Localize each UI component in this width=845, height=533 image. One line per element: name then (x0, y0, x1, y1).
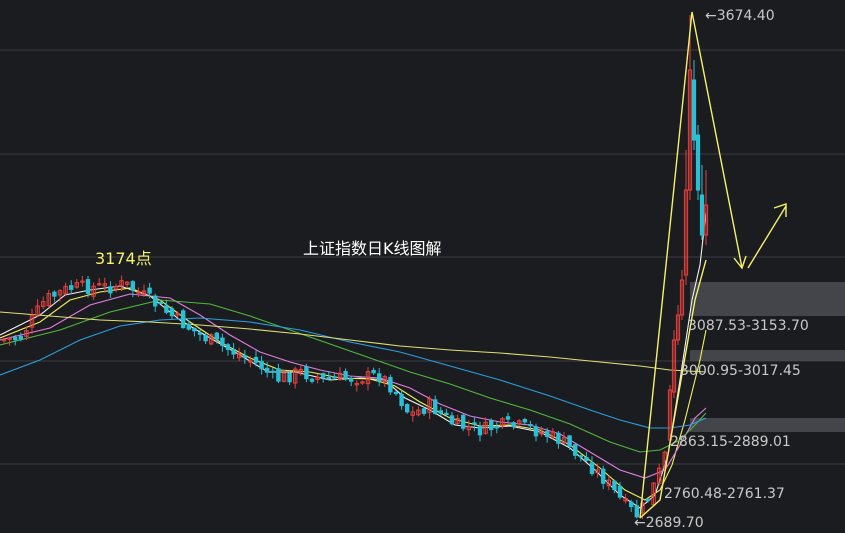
candle-body (601, 468, 606, 484)
candle-body (461, 414, 466, 429)
ma-pink-line (0, 293, 707, 479)
candle-body (130, 281, 136, 291)
candle-body (444, 412, 449, 416)
candle-body (13, 337, 18, 341)
candle-body (349, 377, 354, 382)
candle-body (147, 287, 152, 294)
candle-body (52, 291, 57, 297)
candle-body (85, 279, 91, 294)
candle-body (197, 332, 203, 335)
candle-body (186, 323, 192, 330)
candle-body (192, 327, 197, 332)
candle-body (522, 418, 527, 423)
candle-body (181, 310, 186, 329)
candle-body (433, 399, 438, 415)
price-label-z3: 2863.15-2889.01 (670, 434, 791, 450)
rebound-projection-line (747, 205, 787, 269)
candle-body (578, 455, 583, 458)
candle-body (505, 416, 511, 420)
candle-body (326, 376, 332, 380)
candle-body (259, 360, 264, 370)
candle-body (287, 372, 292, 383)
candle-body (489, 420, 494, 431)
price-label-z2: 3000.95-3017.45 (680, 363, 801, 379)
price-label-z1: 3087.53-3153.70 (688, 318, 809, 334)
candle-body (477, 425, 483, 436)
candle-body (421, 408, 427, 414)
candle-body (371, 369, 376, 374)
candle-body (203, 334, 208, 342)
candle-body (253, 356, 259, 363)
candle-body (108, 286, 113, 294)
ma-blue-line (0, 317, 707, 429)
support-zone (690, 418, 845, 432)
candle-body (545, 431, 550, 437)
price-labels: ←3674.40 ←2689.70 3087.53-3153.70 3000.95-3… (634, 8, 809, 531)
candle-body (399, 393, 404, 407)
candle-body (214, 332, 220, 340)
candle-body (220, 337, 225, 346)
candle-body (377, 373, 382, 382)
price-label-high: ←3674.40 (705, 8, 775, 24)
candle-body (533, 426, 539, 437)
candle-body (438, 410, 444, 414)
candle-body (158, 301, 164, 304)
candle-body (276, 368, 281, 382)
support-zones (690, 282, 845, 432)
candle-body (231, 348, 236, 355)
candle-body (472, 422, 477, 425)
candle-body (304, 366, 309, 380)
candle-body (617, 485, 623, 498)
candle-body (695, 134, 701, 191)
candle-body (69, 285, 74, 290)
candle-body (584, 456, 589, 461)
candle-body (153, 295, 158, 307)
candle-body (164, 305, 169, 313)
candle-body (343, 371, 348, 380)
candle-body (699, 194, 705, 236)
candle-body (645, 498, 651, 502)
candle-body (573, 444, 578, 456)
ma-long-line (0, 311, 707, 373)
price-label-low: ←2689.70 (634, 515, 704, 531)
chart-title: 上证指数日K线图解 (303, 239, 442, 258)
peak-label: 3174点 (95, 249, 152, 268)
candle-body (691, 79, 697, 141)
price-label-z4: 2760.48-2761.37 (664, 486, 785, 502)
candle-body (225, 344, 231, 350)
kline-chart: 上证指数日K线图解 3174点 ←3674.40 ←2689.70 3087.53-… (0, 8, 845, 531)
candle-body (511, 422, 516, 427)
candle-body (265, 367, 270, 373)
candle-body (169, 308, 175, 317)
candle-body (321, 373, 326, 378)
candle-body (589, 462, 595, 475)
candle-body (388, 377, 393, 393)
candle-body (270, 370, 276, 373)
candle-body (332, 376, 337, 379)
candle-body (405, 404, 410, 413)
candle-body (309, 378, 315, 382)
candle-body (494, 426, 500, 429)
candle-body (556, 432, 561, 444)
support-zone (690, 350, 845, 361)
candle-body (567, 435, 572, 447)
candle-body (242, 355, 248, 358)
support-zone (690, 282, 845, 316)
candle-body (612, 480, 617, 491)
candle-body (449, 415, 455, 425)
candle-body (528, 423, 533, 427)
candle-body (629, 501, 634, 508)
candle-body (18, 335, 24, 340)
candle-body (393, 391, 399, 395)
